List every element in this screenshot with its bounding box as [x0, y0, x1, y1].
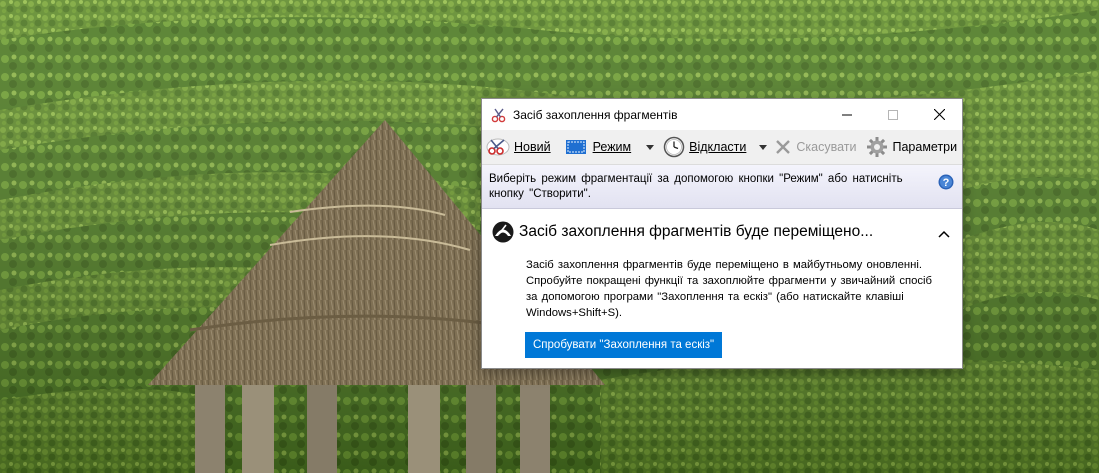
- notice-title: Засіб захоплення фрагментів буде переміщ…: [519, 223, 874, 240]
- options-button-label: Параметри: [892, 140, 958, 154]
- try-snip-sketch-button[interactable]: Спробувати "Захоплення та ескіз": [525, 332, 723, 358]
- rectangle-mode-icon: [565, 140, 586, 154]
- mode-dropdown-arrow[interactable]: [645, 130, 655, 164]
- scissors-app-icon: [491, 107, 507, 123]
- new-button-label: Новий: [514, 140, 551, 154]
- svg-text:?: ?: [943, 177, 950, 189]
- snipping-tool-window: Засіб захоплення фрагментів Новий Режим …: [481, 98, 963, 369]
- instruction-text: Виберіть режим фрагментації за допомогою…: [489, 173, 903, 200]
- deprecation-notice: Засіб захоплення фрагментів буде переміщ…: [482, 209, 962, 368]
- help-icon[interactable]: ?: [938, 174, 954, 193]
- delay-dropdown-arrow[interactable]: [758, 130, 768, 164]
- title-bar[interactable]: Засіб захоплення фрагментів: [482, 99, 962, 130]
- notice-body: Засіб захоплення фрагментів буде переміщ…: [526, 259, 933, 319]
- minimize-icon: [842, 114, 852, 115]
- options-button[interactable]: Параметри: [866, 130, 957, 164]
- close-button[interactable]: [916, 99, 962, 130]
- cancel-x-icon: [776, 140, 791, 154]
- mode-button-label: Режим: [592, 140, 632, 154]
- mode-button[interactable]: Режим: [565, 130, 656, 164]
- new-button[interactable]: Новий: [486, 130, 551, 164]
- close-icon: [933, 109, 945, 120]
- instruction-bar: Виберіть режим фрагментації за допомогою…: [482, 165, 962, 209]
- caret-down-icon: [759, 144, 768, 150]
- collapse-chevron-up-icon[interactable]: [938, 225, 950, 243]
- minimize-button[interactable]: [824, 99, 870, 130]
- delay-button-label: Відкласти: [689, 140, 747, 154]
- clock-icon: [663, 136, 685, 158]
- maximize-icon: [888, 109, 898, 120]
- maximize-button[interactable]: [870, 99, 916, 130]
- gear-icon: [867, 137, 888, 157]
- new-snip-icon: [486, 138, 510, 156]
- snip-sketch-app-icon: [492, 221, 514, 248]
- delay-button[interactable]: Відкласти: [663, 130, 768, 164]
- cancel-button[interactable]: Скасувати: [774, 130, 856, 164]
- toolbar: Новий Режим Відкласти Скасувати Параметр…: [482, 130, 962, 165]
- cancel-button-label: Скасувати: [796, 140, 857, 154]
- window-title: Засіб захоплення фрагментів: [513, 107, 678, 122]
- caret-down-icon: [646, 144, 655, 150]
